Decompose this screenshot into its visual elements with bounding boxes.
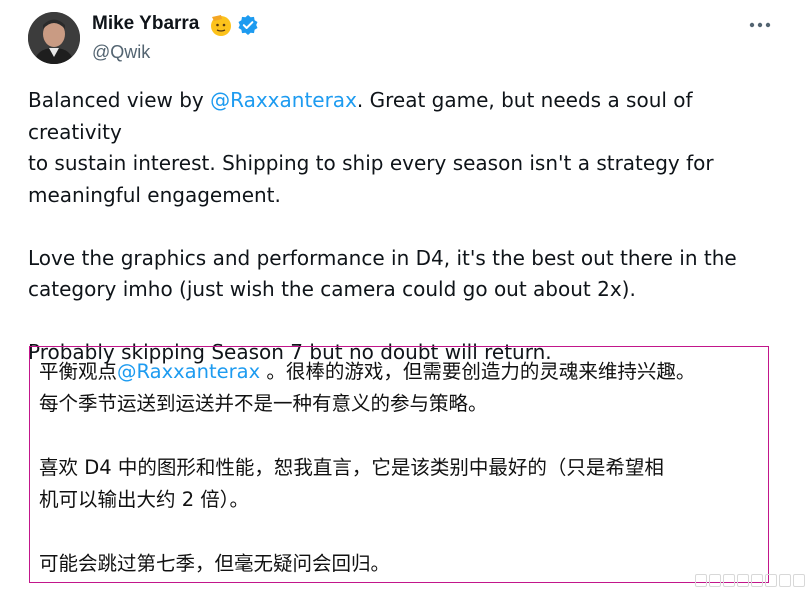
translation-mention-link[interactable]: @Raxxanterax <box>117 360 260 383</box>
tweet-paragraph-1: Balanced view by @Raxxanterax. Great gam… <box>28 88 714 207</box>
watermark-glyph <box>751 573 763 587</box>
translation-paragraph-3: 可能会跳过第七季，但毫无疑问会回归。 <box>39 552 391 575</box>
watermark <box>695 570 805 590</box>
watermark-glyph <box>737 573 749 587</box>
watermark-glyph <box>695 573 707 587</box>
tweet-text-segment: Balanced view by <box>28 88 211 112</box>
tweet-text: Balanced view by @Raxxanterax. Great gam… <box>28 85 788 369</box>
translation-box: 平衡观点@Raxxanterax 。很棒的游戏，但需要创造力的灵魂来维持兴趣。 … <box>29 346 769 583</box>
watermark-glyph <box>765 573 777 587</box>
watermark-glyph <box>723 573 735 587</box>
watermark-glyph <box>709 573 721 587</box>
verified-badge-icon <box>237 14 259 36</box>
avatar-image <box>28 12 80 64</box>
author-name[interactable]: Mike Ybarra <box>92 13 199 35</box>
translation-paragraph-2: 喜欢 D4 中的图形和性能，恕我直言，它是该类别中最好的（只是希望相 机可以输出… <box>39 456 664 511</box>
avatar[interactable] <box>28 12 80 64</box>
translation-segment: 平衡观点 <box>39 360 118 383</box>
mention-link[interactable]: @Raxxanterax <box>210 88 357 112</box>
translation-text: 平衡观点@Raxxanterax 。很棒的游戏，但需要创造力的灵魂来维持兴趣。 … <box>39 356 764 580</box>
tweet-paragraph-2: Love the graphics and performance in D4,… <box>28 245 737 302</box>
watermark-glyph <box>793 573 805 587</box>
saluting-face-emoji-icon <box>209 13 233 37</box>
author-handle[interactable]: @Qwik <box>92 42 150 63</box>
watermark-glyph <box>779 573 791 587</box>
translation-paragraph-1: 平衡观点@Raxxanterax 。很棒的游戏，但需要创造力的灵魂来维持兴趣。 … <box>39 360 695 415</box>
more-options-icon[interactable] <box>745 10 775 40</box>
